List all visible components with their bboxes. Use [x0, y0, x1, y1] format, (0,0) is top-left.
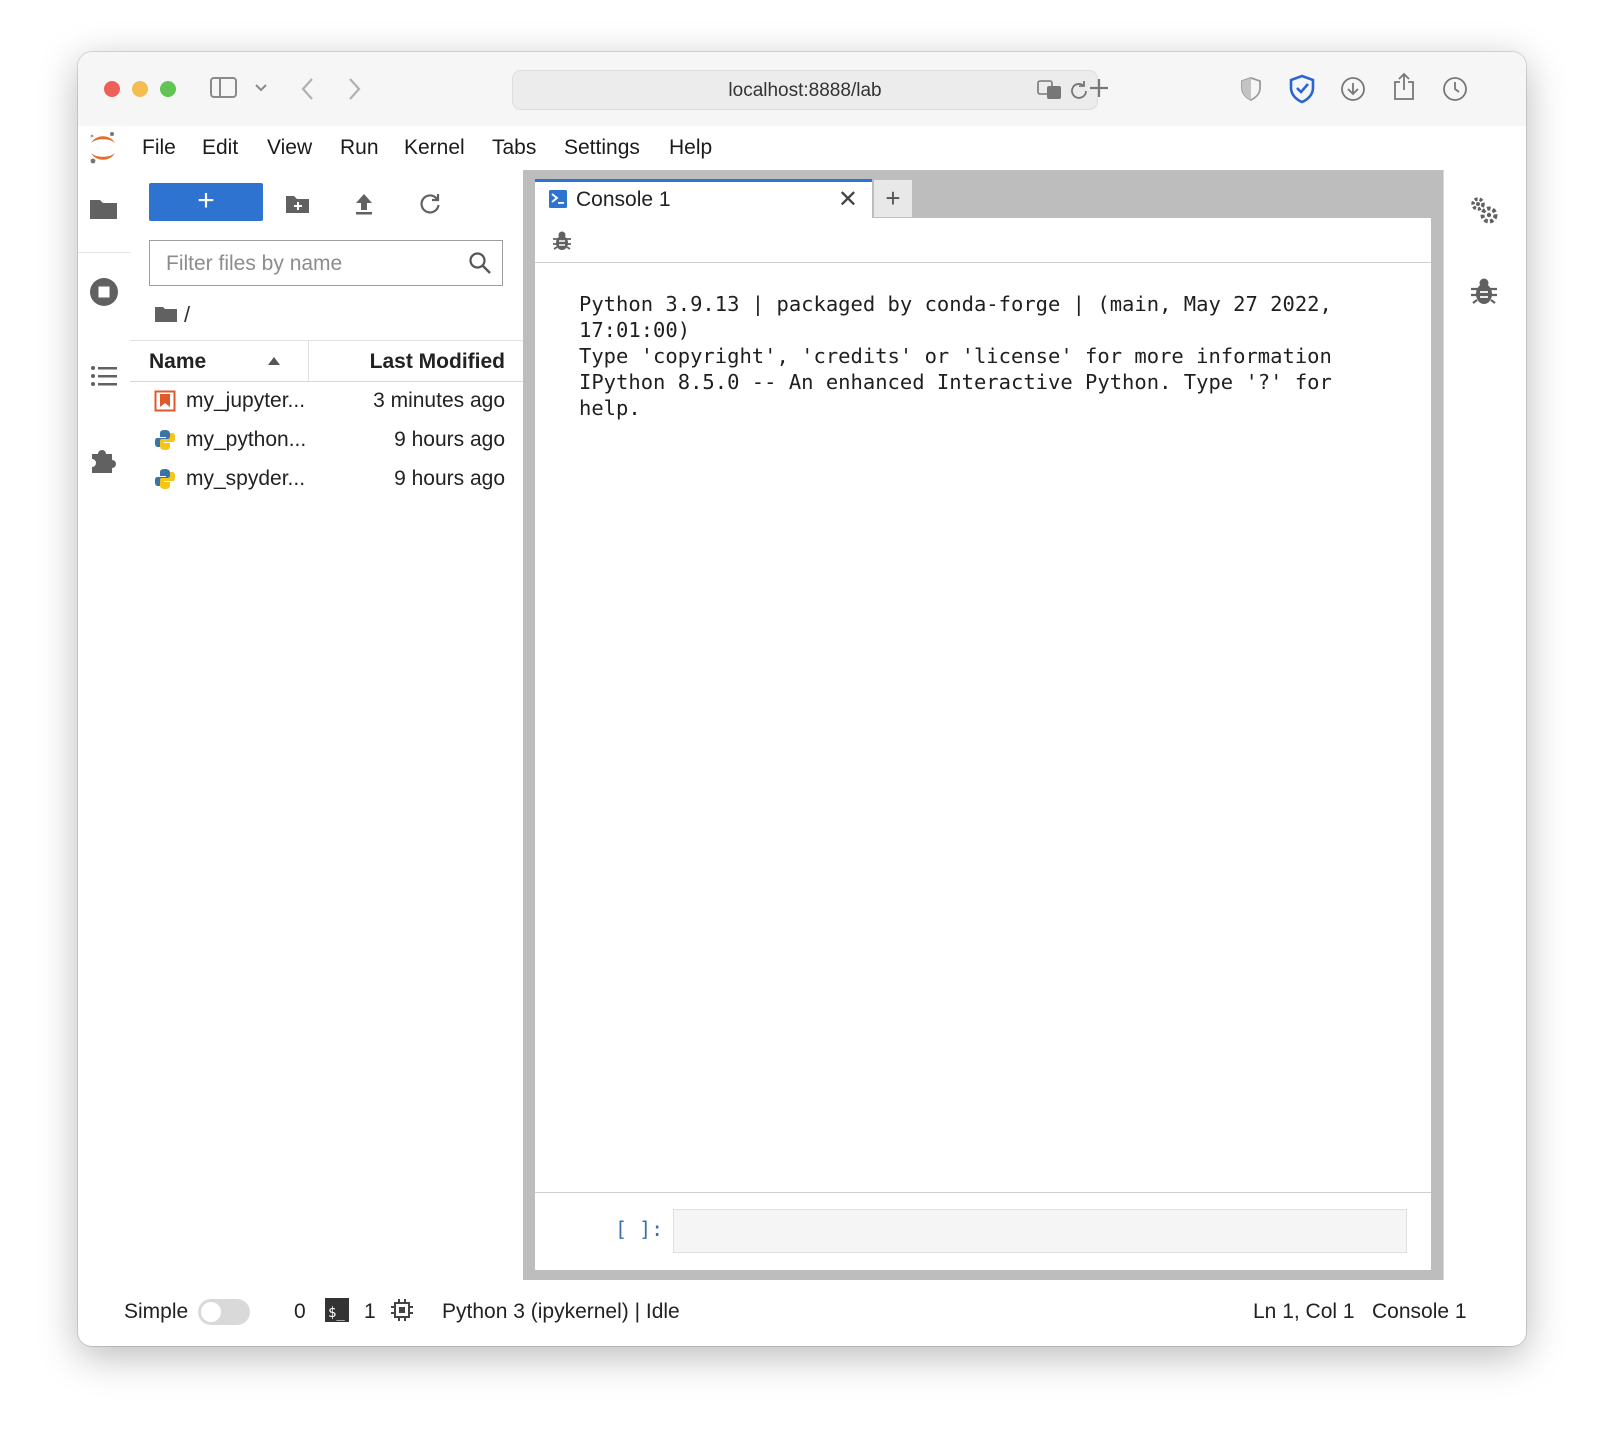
tab-console-1[interactable]: Console 1 ✕: [535, 179, 872, 218]
menu-bar: File Edit View Run Kernel Tabs Settings …: [78, 126, 1526, 171]
file-modified: 3 minutes ago: [373, 389, 505, 412]
kernel-status[interactable]: Python 3 (ipykernel) | Idle: [442, 1300, 680, 1324]
input-prompt: [ ]:: [615, 1217, 664, 1241]
property-inspector-gears-icon[interactable]: [1468, 194, 1500, 226]
close-tab-icon[interactable]: ✕: [838, 185, 858, 214]
file-name: my_jupyter...: [186, 389, 306, 412]
translate-icon[interactable]: [1037, 79, 1063, 101]
column-last-modified[interactable]: Last Modified: [370, 350, 505, 374]
menu-edit[interactable]: Edit: [202, 136, 238, 160]
menu-view[interactable]: View: [267, 136, 312, 160]
menu-run[interactable]: Run: [340, 136, 379, 160]
jupyter-logo-icon[interactable]: [88, 130, 118, 166]
file-modified: 9 hours ago: [394, 467, 505, 490]
upload-icon[interactable]: [353, 192, 375, 216]
file-row[interactable]: my_spyder... 9 hours ago: [130, 460, 523, 498]
file-name: my_spyder...: [186, 467, 306, 490]
console-input-row: [ ]:: [535, 1192, 1431, 1271]
close-window-button[interactable]: [104, 81, 120, 97]
file-row[interactable]: my_python... 9 hours ago: [130, 421, 523, 459]
folder-icon[interactable]: [88, 192, 120, 224]
notebook-icon: [154, 390, 176, 412]
simple-mode-toggle[interactable]: [198, 1299, 250, 1325]
tab-bar: Console 1 ✕ +: [523, 170, 1443, 218]
toggle-knob: [201, 1302, 221, 1322]
url-text: localhost:8888/lab: [728, 80, 882, 101]
breadcrumb-root[interactable]: /: [184, 302, 190, 328]
console-toolbar: [535, 218, 1431, 263]
column-name[interactable]: Name: [149, 350, 206, 374]
left-sidebar: [78, 170, 131, 1280]
add-tab-button[interactable]: +: [874, 180, 912, 217]
search-icon: [469, 252, 491, 274]
refresh-icon[interactable]: [418, 192, 442, 216]
extension-manager-icon[interactable]: [88, 444, 120, 476]
cursor-position[interactable]: Ln 1, Col 1: [1253, 1300, 1355, 1324]
new-tab-icon[interactable]: [1088, 77, 1110, 99]
browser-window: localhost:8888/lab File Edit View Run Ke…: [78, 52, 1526, 1346]
reload-icon[interactable]: [1069, 80, 1089, 100]
menu-help[interactable]: Help: [669, 136, 712, 160]
python-icon: [155, 469, 175, 489]
downloads-icon[interactable]: [1340, 76, 1366, 102]
debugger-bug-icon[interactable]: [551, 230, 573, 252]
new-folder-icon[interactable]: [285, 193, 311, 215]
file-row[interactable]: my_jupyter... 3 minutes ago: [130, 382, 523, 420]
privacy-shield-icon[interactable]: [1240, 76, 1262, 102]
debugger-bug-icon[interactable]: [1468, 276, 1500, 308]
svg-text:$_: $_: [328, 1305, 345, 1321]
tab-label: Console 1: [576, 188, 671, 211]
column-divider: [308, 341, 309, 381]
menu-settings[interactable]: Settings: [564, 136, 640, 160]
share-icon[interactable]: [1392, 72, 1416, 102]
file-list-header: Name Last Modified: [130, 340, 523, 382]
history-icon[interactable]: [1442, 76, 1468, 102]
console-output: Python 3.9.13 | packaged by conda-forge …: [579, 292, 1332, 420]
file-modified: 9 hours ago: [394, 428, 505, 451]
table-of-contents-icon[interactable]: [88, 360, 120, 392]
file-browser: + / Name: [130, 170, 523, 1280]
forward-icon[interactable]: [346, 76, 362, 102]
back-icon[interactable]: [300, 76, 316, 102]
sidebar-toggle-icon[interactable]: [210, 76, 238, 100]
menu-kernel[interactable]: Kernel: [404, 136, 465, 160]
terminal-count[interactable]: 0: [294, 1300, 306, 1324]
console-icon: [549, 190, 567, 208]
kernel-chip-icon[interactable]: [390, 1298, 414, 1322]
console-panel: Python 3.9.13 | packaged by conda-forge …: [535, 218, 1431, 1270]
python-icon: [155, 430, 175, 450]
filter-files-input[interactable]: [164, 249, 458, 279]
main-dock-area: Console 1 ✕ + Python 3.9.13 | packaged b…: [523, 170, 1443, 1280]
menu-tabs[interactable]: Tabs: [492, 136, 536, 160]
chevron-down-icon[interactable]: [254, 82, 268, 94]
kernel-count[interactable]: 1: [364, 1300, 376, 1324]
sort-ascending-icon[interactable]: [268, 357, 280, 365]
running-kernels-icon[interactable]: [88, 276, 120, 308]
status-bar: Simple 0 $_ 1 Python 3 (ipykernel) | Idl…: [78, 1280, 1526, 1346]
new-launcher-button[interactable]: +: [149, 183, 263, 221]
zoom-window-button[interactable]: [160, 81, 176, 97]
menu-file[interactable]: File: [142, 136, 176, 160]
minimize-window-button[interactable]: [132, 81, 148, 97]
simple-mode-label: Simple: [124, 1300, 189, 1323]
terminal-icon[interactable]: $_: [325, 1298, 349, 1322]
password-manager-shield-icon[interactable]: [1288, 74, 1316, 104]
console-input-cell[interactable]: [673, 1209, 1407, 1253]
address-bar[interactable]: localhost:8888/lab: [512, 70, 1098, 110]
filter-files-box: [149, 240, 503, 286]
folder-icon[interactable]: [154, 304, 178, 324]
browser-toolbar: localhost:8888/lab: [78, 52, 1526, 127]
active-document-name: Console 1: [1372, 1300, 1467, 1323]
file-name: my_python...: [186, 428, 307, 451]
right-sidebar: [1443, 170, 1526, 1280]
